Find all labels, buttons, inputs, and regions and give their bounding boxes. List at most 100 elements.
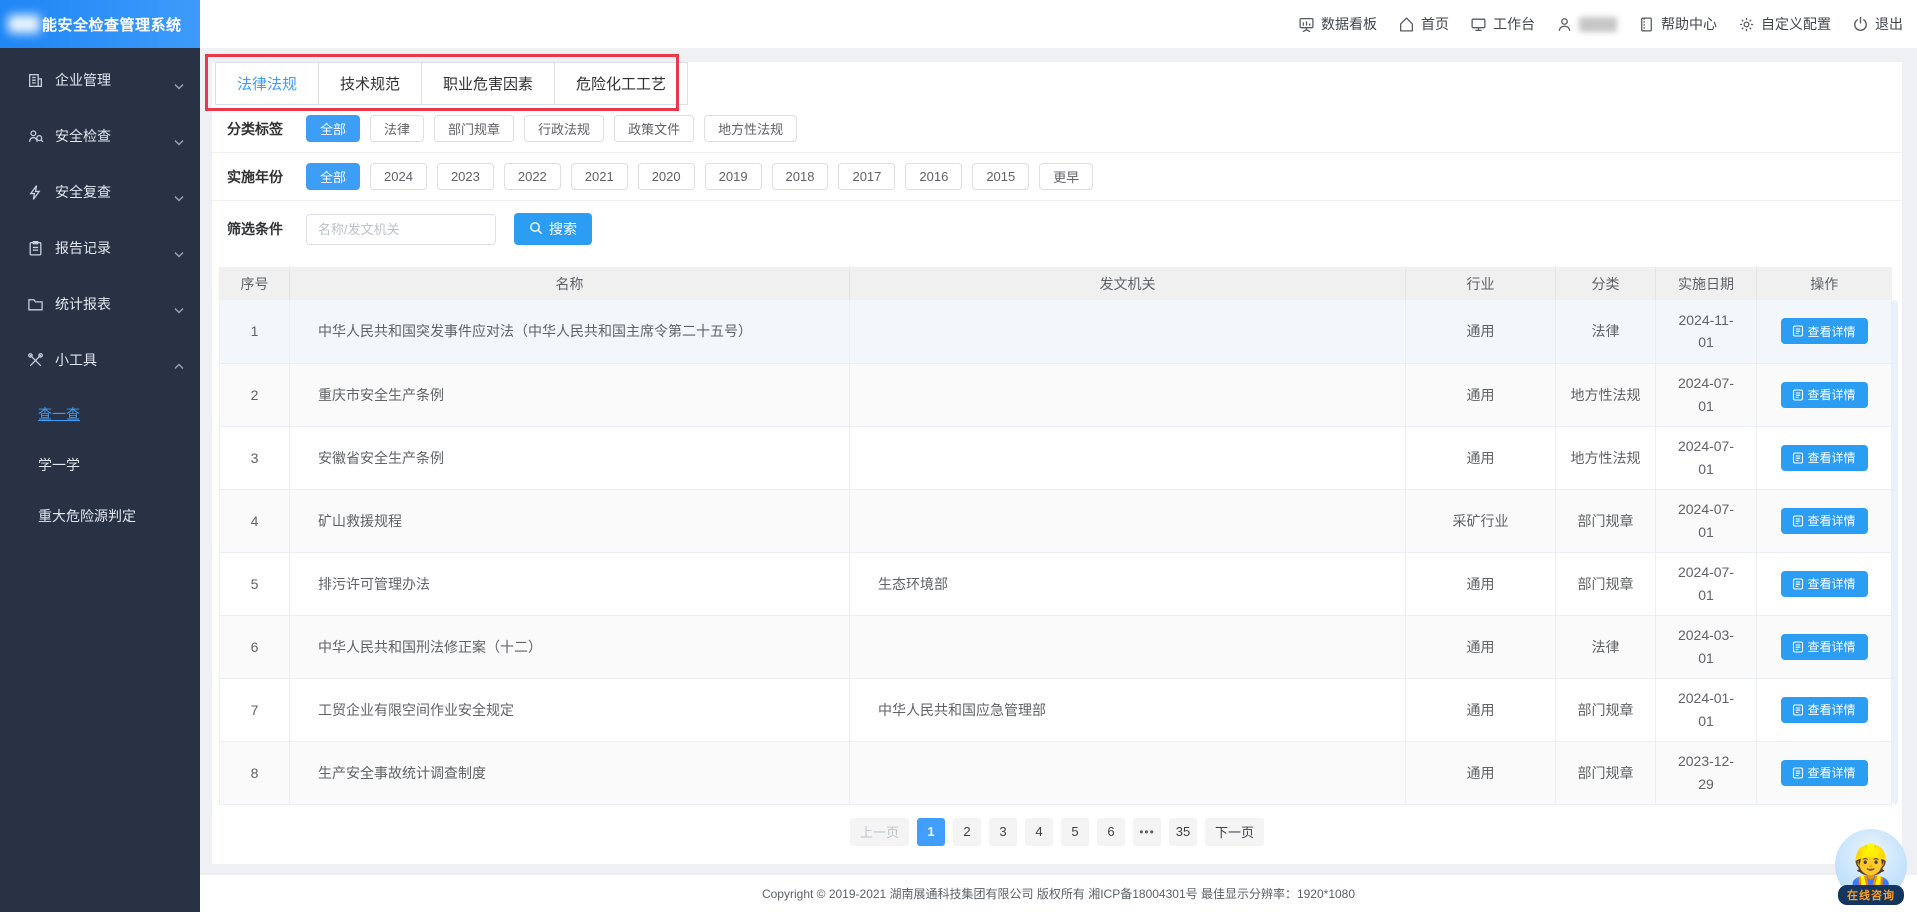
sidebar-item-report-record[interactable]: 报告记录 — [0, 220, 200, 276]
cell-date: 2024-01-01 — [1656, 678, 1757, 741]
year-chip-2015[interactable]: 2015 — [972, 163, 1029, 190]
year-chip-2020[interactable]: 2020 — [638, 163, 695, 190]
topbar-item-custom-config[interactable]: 自定义配置 — [1738, 14, 1831, 34]
cell-date: 2024-07-01 — [1656, 426, 1757, 489]
year-chip-all[interactable]: 全部 — [306, 163, 360, 190]
col-header-date: 实施日期 — [1656, 267, 1757, 300]
cell-actions: 查看详情 — [1757, 741, 1892, 804]
table-scrollbar[interactable] — [1892, 300, 1898, 804]
view-detail-button[interactable]: 查看详情 — [1781, 634, 1868, 660]
sidebar-item-safety-recheck[interactable]: 安全复查 — [0, 164, 200, 220]
online-consult-badge[interactable]: 👷 在线咨询 — [1834, 829, 1908, 905]
year-chip-2022[interactable]: 2022 — [504, 163, 561, 190]
pagination: 上一页 1 2 3 4 5 6 ••• 35 下一页 — [212, 818, 1902, 846]
cell-date: 2024-11-01 — [1656, 300, 1757, 363]
cell-agency — [850, 489, 1406, 552]
view-detail-label: 查看详情 — [1807, 638, 1855, 655]
search-button-label: 搜索 — [549, 219, 577, 239]
year-chip-2018[interactable]: 2018 — [772, 163, 829, 190]
tab-bar: 法律法规 技术规范 职业危害因素 危险化工工艺 — [215, 62, 1902, 105]
statistics-folder-icon — [27, 296, 44, 313]
search-input[interactable] — [306, 214, 496, 245]
cell-no: 2 — [220, 363, 290, 426]
year-chip-2024[interactable]: 2024 — [370, 163, 427, 190]
view-detail-button[interactable]: 查看详情 — [1781, 318, 1868, 344]
pagination-prev-button[interactable]: 上一页 — [850, 818, 909, 846]
view-detail-button[interactable]: 查看详情 — [1781, 571, 1868, 597]
year-chip-2019[interactable]: 2019 — [705, 163, 762, 190]
pagination-page-35[interactable]: 35 — [1169, 818, 1197, 846]
pagination-next-button[interactable]: 下一页 — [1205, 818, 1264, 846]
cell-actions: 查看详情 — [1757, 426, 1892, 489]
sidebar-item-statistics[interactable]: 统计报表 — [0, 276, 200, 332]
year-chip-earlier[interactable]: 更早 — [1039, 163, 1093, 190]
sidebar-subitem-major-hazard[interactable]: 重大危险源判定 — [0, 490, 200, 541]
topbar-item-logout[interactable]: 退出 — [1852, 14, 1903, 34]
filter-label-year: 实施年份 — [227, 167, 306, 187]
sidebar-item-tools[interactable]: 小工具 — [0, 332, 200, 388]
search-button[interactable]: 搜索 — [514, 213, 592, 245]
pagination-page-4[interactable]: 4 — [1025, 818, 1053, 846]
sidebar-item-safety-inspection[interactable]: 安全检查 — [0, 108, 200, 164]
topbar-user[interactable] — [1556, 16, 1617, 33]
category-chip-local-regulation[interactable]: 地方性法规 — [704, 115, 797, 142]
cell-no: 1 — [220, 300, 290, 363]
cell-actions: 查看详情 — [1757, 489, 1892, 552]
tab-technical-specs[interactable]: 技术规范 — [318, 62, 422, 105]
chevron-down-icon — [174, 133, 184, 140]
view-detail-button[interactable]: 查看详情 — [1781, 697, 1868, 723]
footer: Copyright © 2019-2021 湖南展通科技集团有限公司 版权所有 … — [200, 875, 1917, 912]
year-chip-2016[interactable]: 2016 — [905, 163, 962, 190]
pagination-page-1[interactable]: 1 — [917, 818, 945, 846]
pagination-page-3[interactable]: 3 — [989, 818, 1017, 846]
cell-date: 2023-12-29 — [1656, 741, 1757, 804]
col-header-no: 序号 — [220, 267, 290, 300]
topbar-item-dashboard[interactable]: 数据看板 — [1298, 14, 1377, 34]
col-header-actions: 操作 — [1757, 267, 1892, 300]
col-header-agency: 发文机关 — [850, 267, 1406, 300]
view-detail-label: 查看详情 — [1807, 323, 1855, 340]
col-header-category: 分类 — [1556, 267, 1656, 300]
tab-laws-regulations[interactable]: 法律法规 — [215, 62, 319, 105]
pagination-page-5[interactable]: 5 — [1061, 818, 1089, 846]
topbar-item-help-center[interactable]: 帮助中心 — [1638, 14, 1717, 34]
cell-agency — [850, 363, 1406, 426]
tab-hazardous-processes[interactable]: 危险化工工艺 — [554, 62, 688, 105]
redacted-logo-prefix — [8, 15, 40, 33]
view-detail-button[interactable]: 查看详情 — [1781, 382, 1868, 408]
pagination-page-6[interactable]: 6 — [1097, 818, 1125, 846]
user-icon — [1556, 16, 1573, 33]
year-chip-2017[interactable]: 2017 — [838, 163, 895, 190]
year-chips: 全部 2024 2023 2022 2021 2020 2019 2018 20… — [306, 163, 1093, 190]
year-chip-2021[interactable]: 2021 — [571, 163, 628, 190]
pagination-ellipsis[interactable]: ••• — [1133, 818, 1161, 846]
category-chip-all[interactable]: 全部 — [306, 115, 360, 142]
view-detail-button[interactable]: 查看详情 — [1781, 760, 1868, 786]
view-detail-button[interactable]: 查看详情 — [1781, 445, 1868, 471]
year-chip-2023[interactable]: 2023 — [437, 163, 494, 190]
topbar-item-home[interactable]: 首页 — [1398, 14, 1449, 34]
sidebar-subitem-learn[interactable]: 学一学 — [0, 439, 200, 490]
sidebar-menu: 企业管理 安全检查 安全复查 报告记录 统计报表 小工具 — [0, 48, 200, 541]
sidebar-subitem-lookup[interactable]: 查一查 — [0, 388, 200, 439]
topbar: 数据看板 首页 工作台 帮助中心 自定义配置 退出 — [200, 0, 1917, 48]
cell-agency — [850, 426, 1406, 489]
cell-industry: 通用 — [1406, 552, 1556, 615]
category-chip-dept-regulation[interactable]: 部门规章 — [434, 115, 514, 142]
cell-industry: 通用 — [1406, 300, 1556, 363]
category-chip-policy-doc[interactable]: 政策文件 — [614, 115, 694, 142]
sidebar-item-enterprise[interactable]: 企业管理 — [0, 52, 200, 108]
cell-actions: 查看详情 — [1757, 552, 1892, 615]
cell-name: 中华人民共和国刑法修正案（十二） — [290, 615, 850, 678]
home-icon — [1398, 16, 1415, 33]
tab-occupational-hazards[interactable]: 职业危害因素 — [421, 62, 555, 105]
topbar-item-workbench[interactable]: 工作台 — [1470, 14, 1535, 34]
pagination-page-2[interactable]: 2 — [953, 818, 981, 846]
category-chip-admin-regulation[interactable]: 行政法规 — [524, 115, 604, 142]
category-chip-law[interactable]: 法律 — [370, 115, 424, 142]
table-row: 8 生产安全事故统计调查制度 通用 部门规章 2023-12-29 查看详情 — [220, 741, 1892, 804]
sidebar: 能安全检查管理系统 企业管理 安全检查 安全复查 报告记录 统计报表 — [0, 0, 200, 912]
view-detail-label: 查看详情 — [1807, 512, 1855, 529]
table-header-row: 序号 名称 发文机关 行业 分类 实施日期 操作 — [220, 267, 1892, 300]
view-detail-button[interactable]: 查看详情 — [1781, 508, 1868, 534]
